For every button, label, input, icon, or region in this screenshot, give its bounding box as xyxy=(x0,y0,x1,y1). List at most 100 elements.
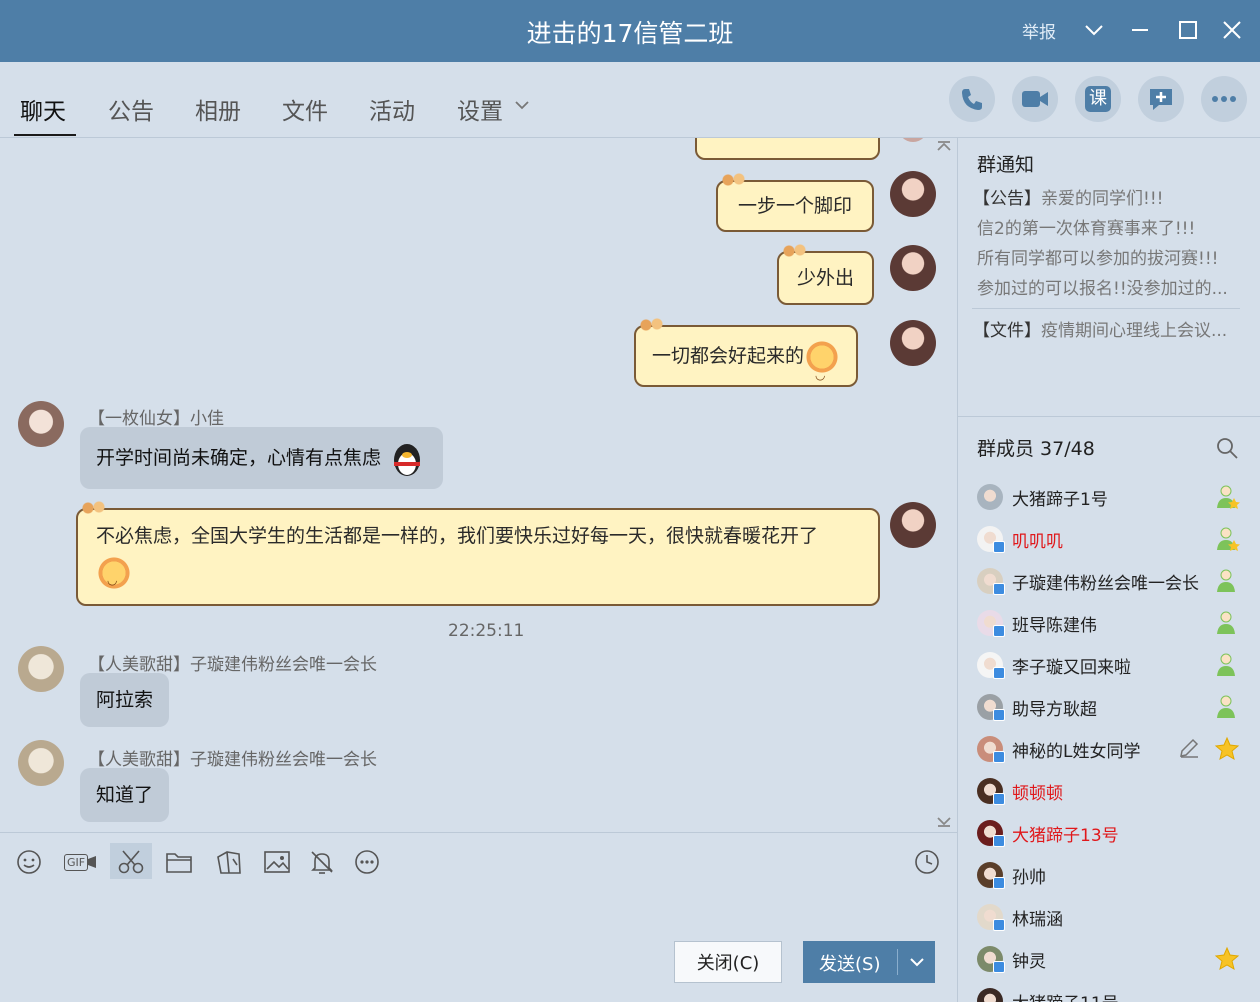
more-tools-button[interactable] xyxy=(352,847,382,877)
group-admin-icon xyxy=(1217,653,1235,676)
message-timestamp: 22:25:11 xyxy=(448,621,525,641)
video-icon xyxy=(1022,91,1048,107)
scroll-up-icon[interactable] xyxy=(936,140,952,152)
user-avatar[interactable] xyxy=(18,740,64,786)
send-image-button[interactable] xyxy=(262,847,292,877)
member-name: 大猪蹄子1号 xyxy=(1012,490,1108,510)
screenshot-button[interactable] xyxy=(110,843,152,879)
paint-icon xyxy=(217,851,241,874)
member-item[interactable]: 李子璇又回来啦 xyxy=(958,644,1258,686)
group-notice-panel[interactable]: 群通知 【公告】亲爱的同学们!!! 信2的第一次体育赛事来了!!! 所有同学都可… xyxy=(958,138,1260,416)
message-text: 阿拉索 xyxy=(96,689,154,711)
notice-line: 【公告】亲爱的同学们!!! xyxy=(973,184,1163,209)
close-button[interactable]: 关闭(C) xyxy=(674,941,782,983)
member-item[interactable]: 大猪蹄子1号 xyxy=(958,476,1258,518)
maximize-icon[interactable] xyxy=(1176,18,1200,42)
member-item[interactable]: 大猪蹄子13号 xyxy=(958,812,1258,854)
settings-chevron-icon[interactable] xyxy=(515,100,529,110)
message-input[interactable] xyxy=(14,887,934,933)
message-bubble-partial xyxy=(695,138,880,160)
my-avatar[interactable] xyxy=(890,502,936,548)
send-button[interactable]: 发送(S) xyxy=(803,941,935,983)
shake-button[interactable] xyxy=(307,847,337,877)
my-avatar[interactable] xyxy=(890,171,936,217)
message-bubble: 少外出 xyxy=(777,243,875,305)
sun-emoji-icon xyxy=(96,554,132,598)
mobile-badge-icon xyxy=(993,751,1005,763)
edit-pencil-icon[interactable] xyxy=(1178,737,1200,759)
doodle-button[interactable] xyxy=(214,847,244,877)
search-icon[interactable] xyxy=(1215,436,1239,460)
tab-chat[interactable]: 聊天 xyxy=(20,92,66,126)
emoji-button[interactable] xyxy=(14,847,44,877)
message-text: 少外出 xyxy=(797,267,855,289)
member-name: 大猪蹄子13号 xyxy=(1012,826,1119,846)
notice-separator xyxy=(972,308,1240,309)
notice-text: 信2的第一次体育赛事来了!!! xyxy=(977,219,1196,239)
mobile-badge-icon xyxy=(993,961,1005,973)
gif-icon: GIF xyxy=(63,853,89,871)
my-avatar[interactable] xyxy=(890,245,936,291)
message-bubble: 知道了 xyxy=(80,768,170,822)
minimize-icon[interactable] xyxy=(1128,18,1152,42)
smiley-icon xyxy=(17,850,41,874)
course-icon: 课 xyxy=(1085,86,1111,112)
member-name: 叽叽叽 xyxy=(1012,532,1063,552)
video-call-button[interactable] xyxy=(1012,76,1058,122)
mobile-badge-icon xyxy=(993,541,1005,553)
phone-call-button[interactable] xyxy=(949,76,995,122)
send-label: 发送(S) xyxy=(819,954,881,975)
tab-files[interactable]: 文件 xyxy=(282,92,328,126)
member-item[interactable]: 大猪蹄子11号 xyxy=(958,980,1258,1002)
mobile-badge-icon xyxy=(993,709,1005,721)
notice-text: 所有同学都可以参加的拔河赛!!! xyxy=(977,249,1219,269)
message-bubble: 一步一个脚印 xyxy=(716,172,875,232)
send-divider xyxy=(897,949,898,975)
member-name: 大猪蹄子11号 xyxy=(1012,989,1204,1002)
chat-history[interactable]: 一步一个脚印 少外出 一切都会好起来的 【一枚仙女】小佳 开学时间尚未确定，心情… xyxy=(0,138,957,832)
user-avatar[interactable] xyxy=(18,401,64,447)
member-item[interactable]: 孙帅 xyxy=(958,854,1258,896)
report-button[interactable]: 举报 xyxy=(1022,18,1056,43)
class-button[interactable]: 课 xyxy=(1075,76,1121,122)
send-file-button[interactable] xyxy=(164,847,194,877)
close-icon[interactable] xyxy=(1220,18,1244,42)
member-name: 神秘的L姓女同学 xyxy=(1012,742,1141,762)
scroll-down-icon[interactable] xyxy=(936,816,952,828)
member-name: 钟灵 xyxy=(1012,952,1046,972)
tab-announcement[interactable]: 公告 xyxy=(108,92,154,126)
my-avatar[interactable] xyxy=(890,320,936,366)
member-name: 班导陈建伟 xyxy=(1012,616,1097,636)
member-item[interactable]: 顿顿顿 xyxy=(958,770,1258,812)
gif-button[interactable]: GIF xyxy=(62,847,98,877)
file-notice[interactable]: 【文件】疫情期间心理线上会议... xyxy=(973,316,1227,341)
send-options-chevron-icon[interactable] xyxy=(903,947,931,977)
chevron-down-icon[interactable] xyxy=(1082,18,1106,42)
member-item[interactable]: 林瑞涵 xyxy=(958,896,1258,938)
tab-activity[interactable]: 活动 xyxy=(369,92,415,126)
members-title: 群成员 37/48 xyxy=(977,438,1095,460)
history-button[interactable] xyxy=(912,847,942,877)
avatar-partial xyxy=(898,138,928,142)
member-item[interactable]: 班导陈建伟 xyxy=(958,602,1258,644)
member-item[interactable]: 钟灵 xyxy=(958,938,1258,980)
star-icon xyxy=(1214,736,1240,761)
tab-album[interactable]: 相册 xyxy=(195,92,241,126)
tab-settings[interactable]: 设置 xyxy=(457,92,503,126)
penguin-emoji-icon xyxy=(394,443,421,476)
active-tab-indicator xyxy=(14,134,76,136)
user-avatar[interactable] xyxy=(18,646,64,692)
member-item[interactable]: 叽叽叽 xyxy=(958,518,1258,560)
member-item[interactable]: 子璇建伟粉丝会唯一会长 xyxy=(958,560,1258,602)
message-text: 一步一个脚印 xyxy=(738,195,853,217)
new-message-button[interactable] xyxy=(1138,76,1184,122)
more-options-button[interactable] xyxy=(1201,76,1247,122)
member-item[interactable]: 助导方耿超 xyxy=(958,686,1258,728)
member-name: 助导方耿超 xyxy=(1012,700,1097,720)
message-text: 一切都会好起来的 xyxy=(652,345,805,367)
member-name: 李子璇又回来啦 xyxy=(1012,658,1131,678)
tab-bar: 聊天 公告 相册 文件 活动 设置 课 xyxy=(0,62,1260,138)
member-item[interactable]: 神秘的L姓女同学 xyxy=(958,728,1258,770)
members-separator xyxy=(958,416,1260,417)
phone-icon xyxy=(962,89,982,110)
